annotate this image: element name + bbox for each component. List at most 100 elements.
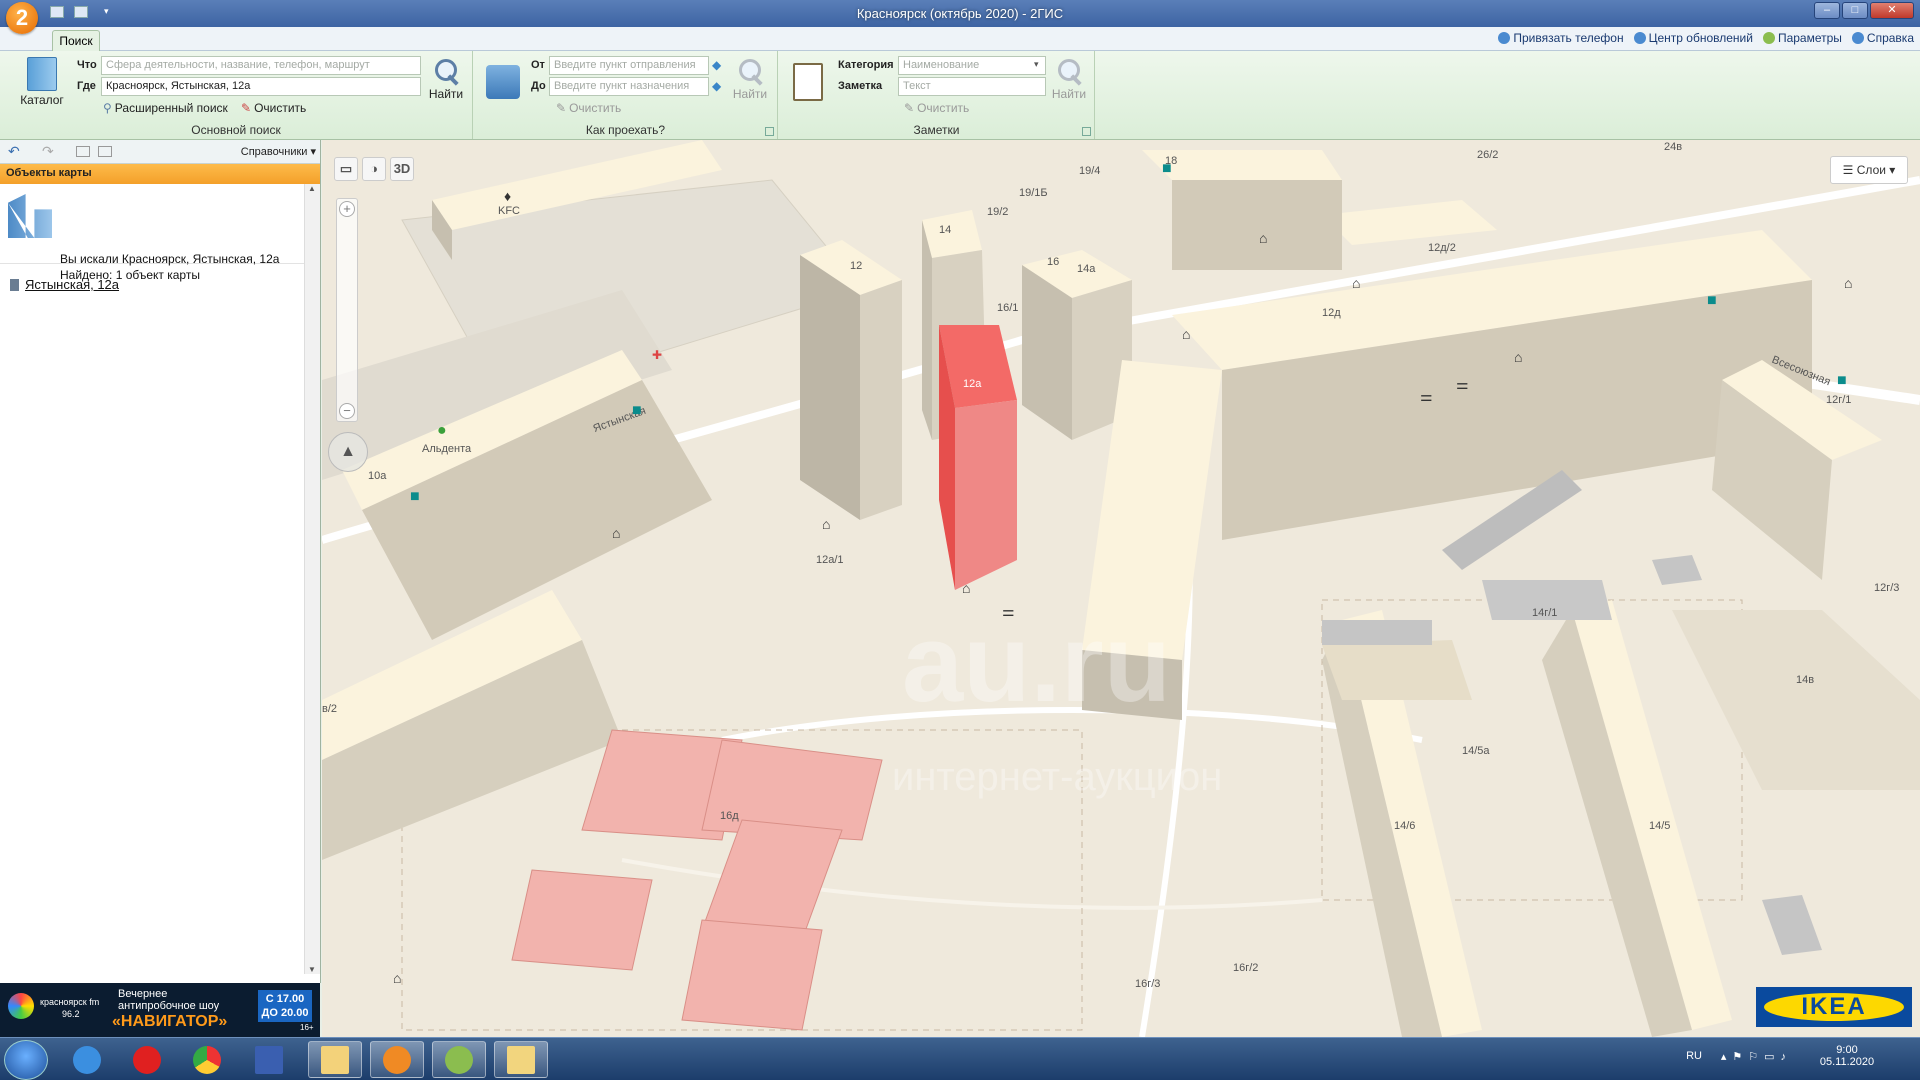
chevron-down-icon[interactable]: ▾ [1034,59,1039,70]
maximize-button[interactable]: □ [1842,2,1868,19]
building-16g2-label: 16г/2 [1233,962,1259,974]
building-12d-label: 12д [1322,307,1341,319]
language-indicator[interactable]: RU [1686,1050,1702,1062]
close-button[interactable]: ✕ [1870,2,1914,19]
zoom-out-icon[interactable]: − [339,403,355,419]
bus-stop-icon[interactable]: ■ [1162,160,1172,178]
taskbar-firefox[interactable] [370,1041,424,1078]
params-link[interactable]: Параметры [1762,31,1842,45]
title-bar: 2 ▾ Красноярск (октябрь 2020) - 2ГИС – □… [0,0,1920,34]
bind-phone-link[interactable]: Привязать телефон [1498,31,1624,45]
help-link[interactable]: Справка [1851,31,1914,45]
building-14-6-label: 14/6 [1394,820,1416,832]
app-logo-icon[interactable]: 2 [6,2,38,34]
where-input[interactable]: Красноярск, Ястынская, 12а [101,77,421,96]
clock-time[interactable]: 9:00 [1812,1044,1882,1056]
playground-icon: ⌂ [612,525,621,541]
catalog-button[interactable]: Каталог [14,57,70,107]
list-item[interactable]: Ястынская, 12а [10,277,119,292]
kfc-icon[interactable]: ♦ [504,188,511,204]
zoom-slider[interactable]: + − [336,198,358,422]
route-group-expand-icon[interactable] [765,127,774,136]
category-select[interactable]: Наименование [898,56,1046,75]
notes-find-button[interactable]: Найти [1047,57,1091,101]
result-link[interactable]: Ястынская, 12а [25,277,119,292]
scroll-down-icon[interactable]: ▼ [308,965,316,974]
bus-stop-icon[interactable]: ■ [632,402,642,420]
notes-group-label: Заметки [913,123,960,137]
taskbar-mail[interactable] [308,1041,362,1078]
back-icon[interactable]: ↶ [8,143,20,160]
building-14g1-label: 14г/1 [1532,607,1558,619]
map-canvas[interactable] [322,140,1920,1037]
building-icon [10,278,19,291]
notes-group-expand-icon[interactable] [1082,127,1091,136]
map-view[interactable]: ▭ ◑ 3D + − ▲ ☰ Слои ▾ au.ru интернет-аук… [322,140,1920,1037]
start-button[interactable] [4,1040,48,1080]
rotate-tool-button[interactable]: ◑ [362,157,386,181]
from-pin-icon[interactable]: ◆ [712,58,721,72]
clock-date[interactable]: 05.11.2020 [1812,1056,1882,1068]
eraser-icon: ✎ [556,101,567,115]
where-label: Где [77,80,96,92]
floppy-icon [255,1045,283,1074]
what-input[interactable]: Сфера деятельности, название, телефон, м… [101,56,421,75]
building-12a-label[interactable]: 12а [963,378,981,390]
ruler-tool-button[interactable]: ▭ [334,157,358,181]
bus-stop-icon[interactable]: ■ [1707,292,1717,310]
find-button[interactable]: Найти [424,57,468,101]
to-input[interactable]: Введите пункт назначения [549,77,709,96]
notes-clear-button[interactable]: ✎ Очистить [904,101,969,115]
catalog-label: Каталог [20,93,64,107]
scroll-up-icon[interactable]: ▲ [308,184,316,193]
folder-icon [507,1045,535,1074]
update-center-link[interactable]: Центр обновлений [1633,31,1753,45]
directories-dropdown[interactable]: Справочники ▾ [241,145,316,158]
medical-icon[interactable]: ✚ [652,348,662,362]
bus-stop-icon[interactable]: ■ [410,488,420,506]
route-clear-label: Очистить [569,101,622,115]
what-label: Что [77,59,97,71]
eraser-icon: ✎ [241,101,252,115]
taskbar-opera[interactable] [120,1041,174,1078]
route-find-button[interactable]: Найти [728,57,772,101]
update-center-label: Центр обновлений [1648,31,1753,45]
clear-button[interactable]: ✎ Очистить [241,101,306,115]
sidebar: ↶ ↷ Справочники ▾ Объекты карты Вы искал… [0,140,321,983]
to-pin-icon[interactable]: ◆ [712,79,721,93]
zoom-in-icon[interactable]: + [339,201,355,217]
route-find-label: Найти [732,87,768,101]
bus-stop-icon[interactable]: ■ [1837,372,1847,390]
ikea-ad[interactable]: IKEA [1756,987,1912,1027]
apple-icon[interactable]: ● [437,422,447,440]
print-icon[interactable] [76,146,90,157]
ad-banner[interactable]: красноярск fm 96.2 Вечернее антипробочно… [0,983,320,1037]
ad-age: 16+ [300,1023,314,1032]
tab-search[interactable]: Поиск [52,30,100,52]
building-12g3-label: 12г/3 [1874,582,1900,594]
sidebar-scrollbar[interactable]: ▲ ▼ [304,184,320,974]
tray-icons[interactable]: ▴⚑⚐▭♪ [1721,1050,1792,1063]
aldenta-label[interactable]: Альдента [422,443,471,455]
list-icon[interactable] [98,146,112,157]
taskbar-chrome[interactable] [180,1041,234,1078]
playground-icon: ⌂ [1182,326,1191,342]
from-input[interactable]: Введите пункт отправления [549,56,709,75]
route-clear-button[interactable]: ✎ Очистить [556,101,621,115]
eraser-icon: ✎ [904,101,915,115]
bind-phone-label: Привязать телефон [1513,31,1624,45]
advanced-search-button[interactable]: ⚲ Расширенный поиск [103,101,228,115]
kfc-label[interactable]: KFC [498,205,520,217]
layers-button[interactable]: ☰ Слои ▾ [1830,156,1908,184]
note-input[interactable]: Текст [898,77,1046,96]
taskbar-save[interactable] [242,1041,296,1078]
3d-toggle-button[interactable]: 3D [390,157,414,181]
forward-icon[interactable]: ↷ [42,143,54,160]
minimize-button[interactable]: – [1814,2,1840,19]
building-14a-label: 14а [1077,263,1096,275]
compass-icon[interactable]: ▲ [328,432,368,472]
taskbar-explorer[interactable] [494,1041,548,1078]
taskbar-ie[interactable] [60,1041,114,1078]
map-objects-header: Объекты карты [0,164,320,184]
taskbar-2gis[interactable] [432,1041,486,1078]
